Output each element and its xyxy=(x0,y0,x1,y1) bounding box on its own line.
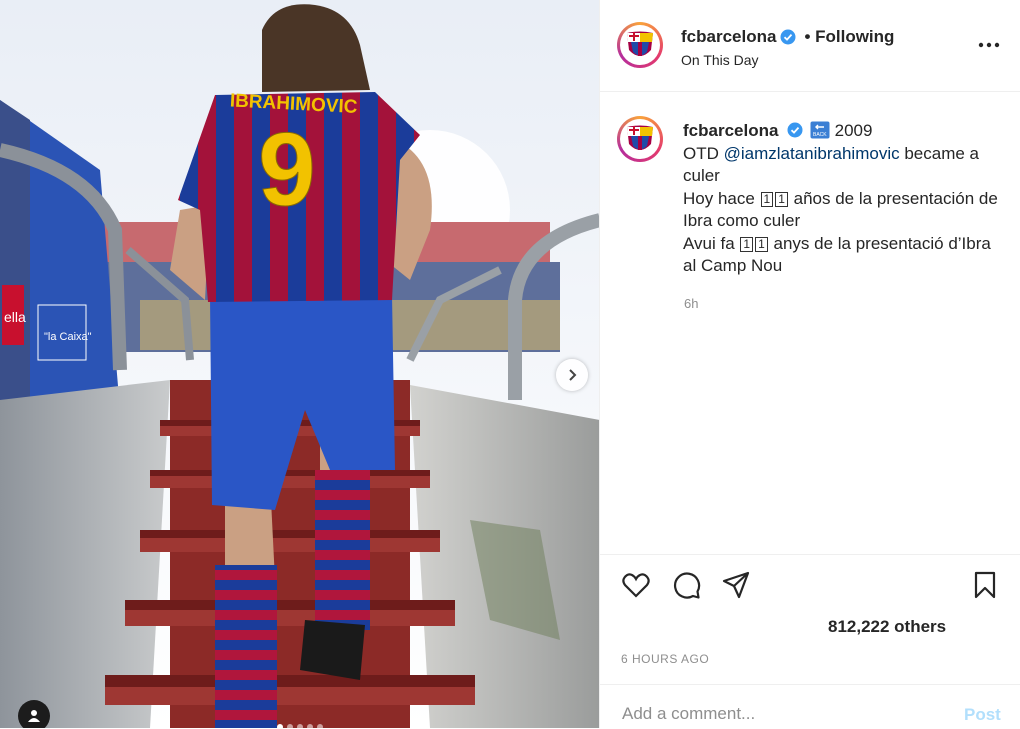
likes-count[interactable]: 812,222 others xyxy=(828,617,946,637)
post-header: fcbarcelona • Following On This Day xyxy=(600,0,1020,92)
keycap-1-emoji: 1 xyxy=(740,236,754,252)
more-horizontal-icon[interactable] xyxy=(978,42,1000,48)
caption-line2-prefix: Hoy hace xyxy=(683,188,760,208)
post-time-ago: 6 HOURS AGO xyxy=(621,652,710,666)
heart-icon[interactable] xyxy=(621,570,651,600)
post: ella "la Caixa" IBRAHIMOVIC 9 fcbarcelon… xyxy=(0,0,1020,728)
carousel-dot xyxy=(306,724,313,728)
carousel-dot xyxy=(296,724,303,728)
next-slide-button[interactable] xyxy=(556,359,588,391)
following-button[interactable]: • Following xyxy=(804,27,894,47)
post-comment-button[interactable]: Post xyxy=(964,705,1001,725)
verified-badge-icon xyxy=(787,122,803,138)
share-icon[interactable] xyxy=(721,570,751,600)
carousel-dot xyxy=(286,724,293,728)
sign-la-caixa: "la Caixa" xyxy=(44,331,92,343)
header-username[interactable]: fcbarcelona xyxy=(681,27,776,47)
post-image[interactable]: ella "la Caixa" IBRAHIMOVIC 9 xyxy=(0,0,600,728)
action-bar xyxy=(600,554,1020,615)
chevron-right-icon xyxy=(569,369,577,381)
header-user: fcbarcelona • Following xyxy=(681,27,894,47)
player-photo: ella "la Caixa" IBRAHIMOVIC 9 xyxy=(0,0,599,728)
sign-ella: ella xyxy=(4,309,26,325)
keycap-1-emoji: 1 xyxy=(775,191,788,207)
fcb-crest-icon xyxy=(627,31,653,56)
carousel-dot xyxy=(316,724,323,728)
mention-link[interactable]: @iamzlatanibrahimovic xyxy=(724,144,900,163)
caption-line3-prefix: Avui fa xyxy=(683,233,740,253)
back-arrow-emoji-icon: BACK xyxy=(810,121,830,139)
bookmark-icon[interactable] xyxy=(970,570,1000,600)
carousel-dot xyxy=(276,724,283,728)
carousel-indicator xyxy=(0,724,599,728)
back-emoji-label: BACK xyxy=(813,132,827,138)
caption-year: 2009 xyxy=(834,121,873,140)
comment-bar: Post xyxy=(600,684,1020,729)
user-icon xyxy=(28,710,40,722)
comment-input[interactable] xyxy=(620,703,944,725)
post-location[interactable]: On This Day xyxy=(681,52,759,68)
caption-line1-prefix: OTD xyxy=(683,143,724,163)
comment-icon[interactable] xyxy=(671,570,701,600)
caption-avatar[interactable] xyxy=(617,116,663,162)
caption-timestamp[interactable]: 6h xyxy=(684,296,698,311)
caption-username[interactable]: fcbarcelona xyxy=(683,121,778,140)
fcb-crest-icon xyxy=(627,125,653,150)
caption-text: fcbarcelona BACK 2009 OTD @iamzlatanibra… xyxy=(683,120,1003,278)
jersey-number: 9 xyxy=(258,112,316,228)
avatar[interactable] xyxy=(617,22,663,68)
keycap-1-emoji: 1 xyxy=(760,191,774,207)
verified-badge-icon xyxy=(780,29,796,45)
keycap-1-emoji: 1 xyxy=(755,236,768,252)
post-sidebar: fcbarcelona • Following On This Day fcba… xyxy=(600,0,1020,728)
